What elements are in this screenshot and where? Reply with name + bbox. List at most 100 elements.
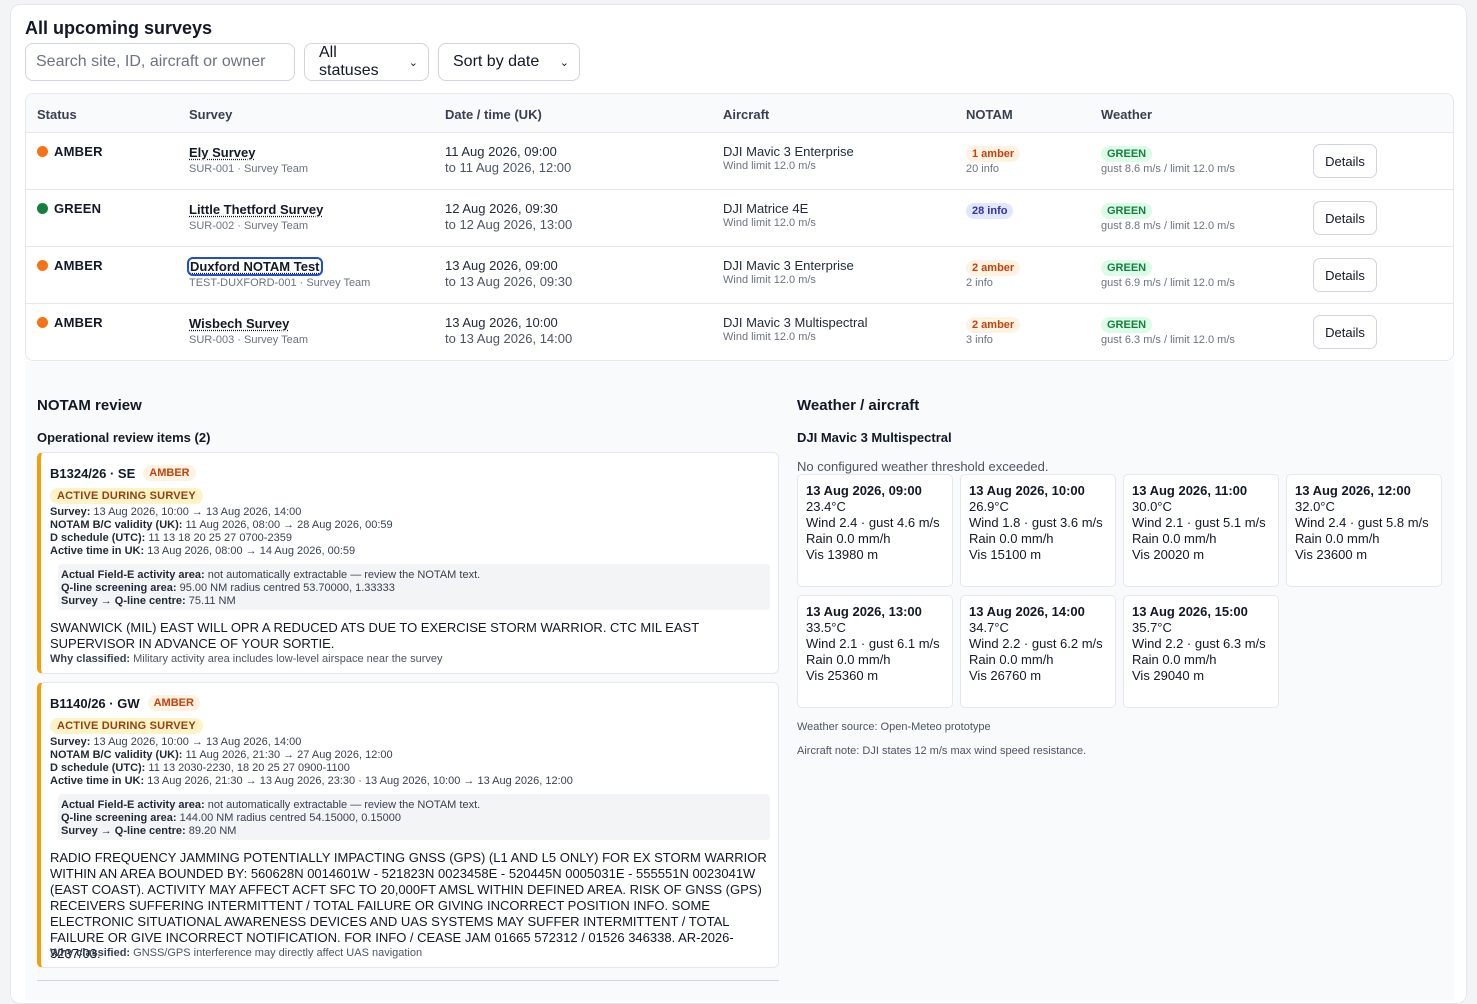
column-header-survey: Survey bbox=[189, 107, 233, 122]
notam-area-box: Actual Field-E activity area: not automa… bbox=[58, 794, 770, 840]
notam-cell: 2 amber 3 info bbox=[966, 315, 1021, 346]
survey-cell: Little Thetford Survey SUR-002 · Survey … bbox=[189, 201, 323, 232]
wind-limit: Wind limit 12.0 m/s bbox=[723, 160, 816, 172]
notam-d-schedule: D schedule (UTC): 11 13 18 20 25 27 0700… bbox=[50, 532, 292, 544]
table-row[interactable]: AMBER Ely Survey SUR-001 · Survey Team 1… bbox=[26, 133, 1453, 190]
details-button[interactable]: Details bbox=[1313, 315, 1377, 349]
aircraft-note: Aircraft note: DJI states 12 m/s max win… bbox=[797, 745, 1087, 757]
weather-cell: GREEN gust 6.9 m/s / limit 12.0 m/s bbox=[1101, 258, 1235, 289]
weather-temp: 32.0°C bbox=[1295, 499, 1335, 514]
date-cell: 11 Aug 2026, 09:00 to 11 Aug 2026, 12:00 bbox=[445, 144, 571, 175]
weather-card: 13 Aug 2026, 13:00 33.5°C Wind 2.1 · gus… bbox=[797, 595, 953, 708]
status-dot-icon bbox=[37, 317, 48, 328]
sort-select[interactable]: Sort by date ⌄ bbox=[438, 43, 580, 81]
notam-d-schedule: D schedule (UTC): 11 13 2030-2230, 18 20… bbox=[50, 762, 350, 774]
weather-badge: GREEN bbox=[1101, 203, 1153, 219]
notam-text: RADIO FREQUENCY JAMMING POTENTIALLY IMPA… bbox=[50, 850, 767, 961]
status-dot-icon bbox=[37, 146, 48, 157]
notam-cell: 2 amber 2 info bbox=[966, 258, 1021, 289]
notam-header: B1324/26 · SE AMBER bbox=[50, 465, 196, 481]
weather-vis: Vis 15100 m bbox=[969, 547, 1042, 562]
weather-card: 13 Aug 2026, 11:00 30.0°C Wind 2.1 · gus… bbox=[1123, 474, 1279, 587]
survey-link[interactable]: Wisbech Survey bbox=[189, 316, 289, 331]
date-cell: 12 Aug 2026, 09:30 to 12 Aug 2026, 13:00 bbox=[445, 201, 572, 232]
weather-time: 13 Aug 2026, 11:00 bbox=[1132, 483, 1248, 498]
weather-temp: 33.5°C bbox=[806, 620, 846, 635]
survey-meta: TEST-DUXFORD-001 · Survey Team bbox=[189, 277, 371, 289]
notam-header: B1140/26 · GW AMBER bbox=[50, 695, 200, 711]
q-line-distance: Survey → Q-line centre: 75.11 NM bbox=[61, 595, 236, 607]
notam-item: B1140/26 · GW AMBER ACTIVE DURING SURVEY… bbox=[37, 682, 779, 968]
page-title: All upcoming surveys bbox=[25, 18, 213, 38]
details-button[interactable]: Details bbox=[1313, 144, 1377, 178]
search-input[interactable] bbox=[25, 43, 295, 81]
status-cell: AMBER bbox=[37, 258, 103, 273]
weather-time: 13 Aug 2026, 13:00 bbox=[806, 604, 922, 619]
date-to: to 13 Aug 2026, 09:30 bbox=[445, 274, 573, 289]
weather-card: 13 Aug 2026, 12:00 32.0°C Wind 2.4 · gus… bbox=[1286, 474, 1442, 587]
status-cell: AMBER bbox=[37, 315, 103, 330]
field-e-area: Actual Field-E activity area: not automa… bbox=[61, 569, 481, 581]
weather-vis: Vis 26760 m bbox=[969, 668, 1042, 683]
q-line-area: Q-line screening area: 95.00 NM radius c… bbox=[61, 582, 395, 594]
aircraft-cell: DJI Mavic 3 Enterprise Wind limit 12.0 m… bbox=[723, 144, 854, 172]
table-row[interactable]: AMBER Wisbech Survey SUR-003 · Survey Te… bbox=[26, 304, 1453, 360]
weather-time: 13 Aug 2026, 12:00 bbox=[1295, 483, 1411, 498]
date-to: to 13 Aug 2026, 14:00 bbox=[445, 331, 573, 346]
weather-wind: Wind 2.2 · gust 6.3 m/s bbox=[1132, 636, 1266, 651]
notam-why: Why classified: GNSS/GPS interference ma… bbox=[50, 947, 423, 959]
weather-wind: Wind 2.4 · gust 4.6 m/s bbox=[806, 515, 940, 530]
table-header: Status Survey Date / time (UK) Aircraft … bbox=[26, 94, 1453, 133]
weather-title: Weather / aircraft bbox=[797, 397, 920, 414]
surveys-card: All upcoming surveys All statuses ⌄ Sort… bbox=[10, 4, 1467, 1004]
notam-badge: 28 info bbox=[966, 203, 1014, 219]
weather-cell: GREEN gust 8.6 m/s / limit 12.0 m/s bbox=[1101, 144, 1235, 175]
table-row[interactable]: AMBER Duxford NOTAM Test TEST-DUXFORD-00… bbox=[26, 247, 1453, 304]
wind-limit: Wind limit 12.0 m/s bbox=[723, 274, 816, 286]
notam-active-time: Active time in UK: 13 Aug 2026, 21:30 → … bbox=[50, 775, 573, 787]
aircraft-name: DJI Mavic 3 Enterprise bbox=[723, 258, 854, 273]
filter-bar: All statuses ⌄ Sort by date ⌄ bbox=[25, 43, 580, 81]
notam-id: B1140/26 · GW bbox=[50, 695, 140, 711]
survey-meta: SUR-003 · Survey Team bbox=[189, 334, 309, 346]
chevron-down-icon: ⌄ bbox=[559, 56, 569, 69]
survey-cell: Ely Survey SUR-001 · Survey Team bbox=[189, 144, 308, 175]
weather-source-note: Weather source: Open-Meteo prototype bbox=[797, 721, 991, 733]
weather-detail: gust 8.8 m/s / limit 12.0 m/s bbox=[1101, 220, 1235, 232]
survey-cell: Wisbech Survey SUR-003 · Survey Team bbox=[189, 315, 308, 346]
notam-why: Why classified: Military activity area i… bbox=[50, 653, 443, 665]
weather-cell: GREEN gust 8.8 m/s / limit 12.0 m/s bbox=[1101, 201, 1235, 232]
weather-detail: gust 6.9 m/s / limit 12.0 m/s bbox=[1101, 277, 1235, 289]
weather-rain: Rain 0.0 mm/h bbox=[969, 652, 1054, 667]
weather-card: 13 Aug 2026, 09:00 23.4°C Wind 2.4 · gus… bbox=[797, 474, 953, 587]
details-button[interactable]: Details bbox=[1313, 258, 1377, 292]
notam-info: 20 info bbox=[966, 163, 1000, 175]
notam-survey-time: Survey: 13 Aug 2026, 10:00 → 13 Aug 2026… bbox=[50, 736, 302, 748]
notam-item: B1324/26 · SE AMBER ACTIVE DURING SURVEY… bbox=[37, 452, 779, 674]
status-filter-select[interactable]: All statuses ⌄ bbox=[304, 43, 429, 81]
weather-vis: Vis 20020 m bbox=[1132, 547, 1205, 562]
survey-link[interactable]: Ely Survey bbox=[189, 145, 256, 160]
notam-area-box: Actual Field-E activity area: not automa… bbox=[58, 564, 770, 610]
sort-value: Sort by date bbox=[453, 53, 540, 70]
survey-link[interactable]: Duxford NOTAM Test bbox=[187, 257, 323, 276]
survey-cell: Duxford NOTAM Test TEST-DUXFORD-001 · Su… bbox=[187, 257, 371, 289]
status-label: AMBER bbox=[54, 258, 103, 273]
column-header-weather: Weather bbox=[1101, 107, 1153, 122]
weather-rain: Rain 0.0 mm/h bbox=[1132, 531, 1217, 546]
weather-temp: 35.7°C bbox=[1132, 620, 1172, 635]
date-from: 13 Aug 2026, 10:00 bbox=[445, 315, 558, 330]
weather-time: 13 Aug 2026, 14:00 bbox=[969, 604, 1085, 619]
weather-rain: Rain 0.0 mm/h bbox=[1132, 652, 1217, 667]
weather-time: 13 Aug 2026, 10:00 bbox=[969, 483, 1085, 498]
survey-meta: SUR-001 · Survey Team bbox=[189, 163, 309, 175]
table-row[interactable]: GREEN Little Thetford Survey SUR-002 · S… bbox=[26, 190, 1453, 247]
weather-badge: GREEN bbox=[1101, 146, 1153, 162]
weather-wind: Wind 2.4 · gust 5.8 m/s bbox=[1295, 515, 1429, 530]
notam-id: B1324/26 · SE bbox=[50, 465, 136, 481]
survey-link[interactable]: Little Thetford Survey bbox=[189, 202, 323, 217]
aircraft-cell: DJI Mavic 3 Enterprise Wind limit 12.0 m… bbox=[723, 258, 854, 286]
section-divider bbox=[37, 980, 779, 981]
details-button[interactable]: Details bbox=[1313, 201, 1377, 235]
weather-wind: Wind 2.1 · gust 6.1 m/s bbox=[806, 636, 940, 651]
